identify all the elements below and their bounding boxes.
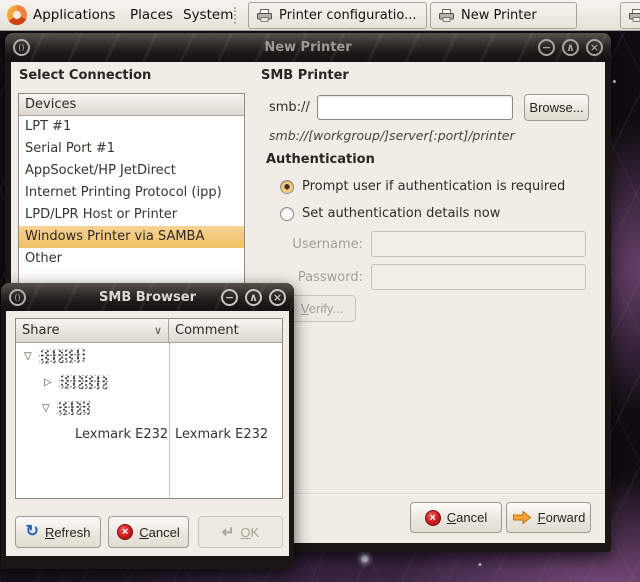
password-input: [371, 264, 586, 290]
smb-browser-content: Share ∨ Comment ▽ ▷ ▽ Lexmark E232 Lexma…: [6, 311, 289, 556]
username-label: Username:: [292, 237, 363, 252]
devices-column-header[interactable]: Devices: [19, 94, 244, 116]
places-menu[interactable]: Places: [130, 7, 173, 23]
share-cell: Lexmark E232: [75, 426, 169, 442]
printer-icon: [257, 9, 272, 22]
smb-uri-hint: smb://[workgroup/]server[:port]/printer: [269, 128, 515, 143]
smb-scheme-label: smb://: [269, 100, 310, 115]
maximize-icon[interactable]: ∧: [245, 288, 262, 306]
cancel-icon: ×: [117, 524, 134, 540]
smb-browser-window: () SMB Browser − ∧ × Share ∨ Comment ▽ ▷…: [1, 283, 294, 569]
printer-icon: [439, 9, 454, 22]
connection-list-item[interactable]: LPD/LPR Host or Printer: [19, 204, 244, 226]
system-menu[interactable]: System: [183, 7, 233, 23]
taskbar-item-label: Printer configuratio...: [279, 8, 417, 23]
verify-button-label: Verify...: [300, 301, 344, 316]
browse-button[interactable]: Browse...: [524, 94, 589, 121]
minimize-icon[interactable]: −: [221, 288, 238, 306]
applications-menu[interactable]: Applications: [33, 7, 115, 23]
refresh-icon: ↻: [25, 523, 39, 540]
ok-button-label: OK: [240, 524, 260, 540]
forward-button-label: Forward: [537, 510, 586, 525]
tree-row-printer[interactable]: Lexmark E232 Lexmark E232: [16, 421, 282, 447]
radio-set-authentication[interactable]: [280, 207, 294, 221]
radio-set-label[interactable]: Set authentication details now: [302, 206, 500, 221]
forward-button[interactable]: Forward: [506, 502, 591, 533]
connection-list-item[interactable]: AppSocket/HP JetDirect: [19, 160, 244, 182]
share-column-header[interactable]: Share ∨: [16, 319, 169, 343]
refresh-button[interactable]: ↻ Refresh: [15, 516, 101, 548]
taskbar-item-printer-configuration[interactable]: Printer configuratio...: [248, 2, 427, 29]
tree-row-server-collapsed[interactable]: ▷: [16, 369, 282, 395]
refresh-button-label: Refresh: [44, 524, 91, 540]
expander-closed-icon[interactable]: ▷: [44, 377, 52, 388]
maximize-icon[interactable]: ∧: [562, 39, 579, 56]
window-title: New Printer: [264, 40, 352, 55]
cancel-button-label: Cancel: [446, 510, 488, 525]
taskbar-item-new-printer[interactable]: New Printer: [430, 2, 577, 29]
redacted-share-label: [38, 348, 85, 364]
ok-enter-icon: ↵: [221, 523, 235, 541]
connection-list-item[interactable]: Other: [19, 248, 244, 270]
username-input: [371, 231, 586, 257]
expander-open-icon[interactable]: ▽: [42, 403, 50, 414]
cancel-button[interactable]: × Cancel: [410, 502, 502, 533]
ok-button: ↵ OK: [198, 516, 283, 548]
tree-row-server-expanded[interactable]: ▽: [16, 395, 282, 421]
forward-arrow-icon: [512, 510, 531, 525]
share-column-label: Share: [22, 323, 60, 338]
minimize-icon[interactable]: −: [538, 39, 555, 56]
select-connection-heading: Select Connection: [19, 68, 152, 83]
redacted-share-label: [56, 400, 90, 416]
sort-descending-icon: ∨: [153, 324, 162, 337]
connection-list-item[interactable]: Internet Printing Protocol (ipp): [19, 182, 244, 204]
panel-handle: [234, 7, 237, 24]
connection-list-item[interactable]: LPT #1: [19, 116, 244, 138]
browse-button-label: Browse...: [529, 100, 584, 115]
share-tree: Share ∨ Comment ▽ ▷ ▽ Lexmark E232 Lexma…: [15, 318, 283, 499]
new-printer-titlebar[interactable]: () New Printer − ∧ ×: [5, 33, 611, 62]
printer-icon: [629, 9, 640, 22]
tree-row-workgroup[interactable]: ▽: [16, 343, 282, 369]
connection-list-item[interactable]: Serial Port #1: [19, 138, 244, 160]
radio-prompt-authentication[interactable]: [280, 180, 294, 194]
radio-prompt-label[interactable]: Prompt user if authentication is require…: [302, 179, 565, 194]
taskbar-item-label: New Printer: [461, 8, 537, 23]
connection-list-item-selected[interactable]: Windows Printer via SAMBA: [19, 226, 244, 248]
smb-browser-titlebar[interactable]: () SMB Browser − ∧ ×: [1, 283, 294, 311]
close-icon[interactable]: ×: [269, 288, 286, 306]
smb-printer-heading: SMB Printer: [261, 68, 349, 83]
browser-cancel-button[interactable]: × Cancel: [108, 516, 189, 548]
browser-cancel-label: Cancel: [139, 524, 180, 540]
smb-uri-input[interactable]: [317, 95, 513, 120]
taskbar-item-clipped[interactable]: [620, 2, 640, 29]
comment-cell: Lexmark E232: [175, 426, 269, 442]
redacted-share-label: [58, 374, 108, 390]
cancel-icon: ×: [424, 509, 441, 526]
window-menu-icon[interactable]: (): [9, 288, 26, 306]
verify-button: Verify...: [288, 295, 356, 322]
window-menu-icon[interactable]: (): [13, 39, 30, 56]
comment-column-label: Comment: [175, 323, 239, 338]
expander-open-icon[interactable]: ▽: [24, 351, 32, 362]
ubuntu-logo-icon[interactable]: [7, 5, 27, 25]
authentication-heading: Authentication: [266, 152, 375, 167]
comment-column-header[interactable]: Comment: [169, 319, 282, 343]
close-icon[interactable]: ×: [586, 39, 603, 56]
top-panel: Applications Places System Printer confi…: [0, 0, 640, 31]
